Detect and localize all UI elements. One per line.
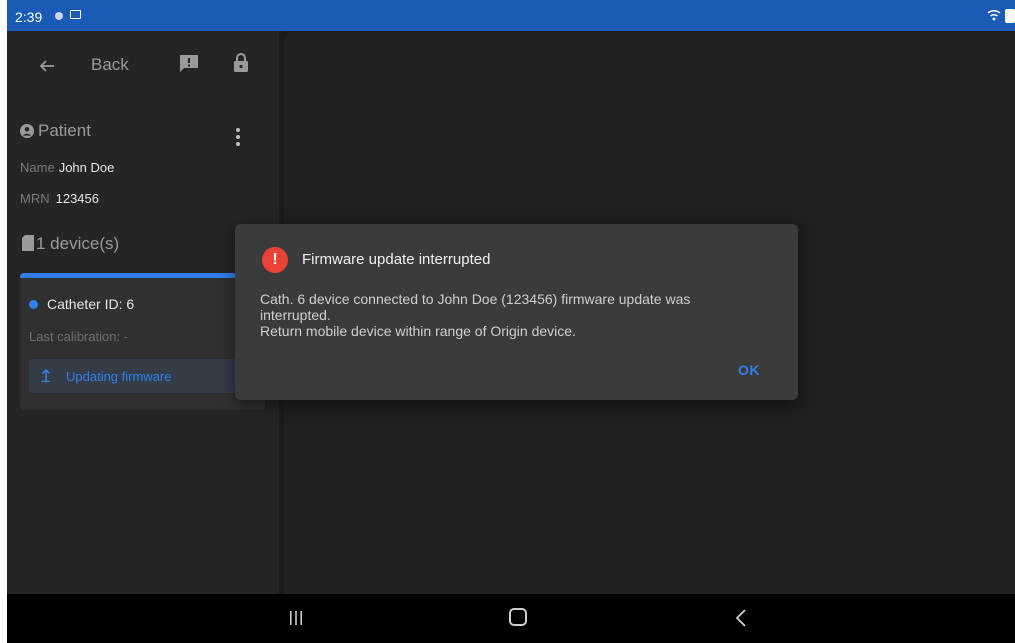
status-bar: 2:39: [7, 0, 1015, 31]
firmware-interrupted-dialog: ! Firmware update interrupted Cath. 6 de…: [235, 224, 798, 400]
sync-icon: [55, 12, 63, 20]
patient-name-row: Name John Doe: [20, 159, 114, 177]
name-label: Name: [20, 160, 55, 175]
device-card[interactable]: Catheter ID: 6 Last calibration: - Updat…: [20, 273, 265, 410]
updating-firmware-label: Updating firmware: [66, 369, 172, 384]
patient-name: John Doe: [58, 160, 115, 175]
wifi-icon: [987, 9, 1001, 21]
nav-back-icon[interactable]: [735, 609, 747, 627]
patient-mrn-row: MRN 123456: [20, 190, 99, 208]
dialog-message-line: interrupted.: [260, 307, 331, 323]
back-button[interactable]: Back: [91, 55, 129, 75]
battery-icon: [1005, 9, 1015, 23]
dialog-message-line: Return mobile device within range of Ori…: [260, 323, 576, 339]
alert-icon: !: [262, 247, 288, 273]
upload-icon: [41, 368, 51, 382]
home-icon[interactable]: [509, 608, 527, 626]
dialog-message: Cath. 6 device connected to John Doe (12…: [260, 291, 780, 339]
recents-icon[interactable]: [289, 610, 303, 626]
patient-mrn: 123456: [55, 191, 99, 206]
mrn-label: MRN: [20, 191, 50, 206]
device-icon: [22, 235, 34, 251]
patient-section-title: Patient: [38, 121, 91, 140]
device-status-dot: [29, 300, 38, 309]
last-calibration: Last calibration: -: [29, 329, 128, 344]
dialog-message-line: Cath. 6 device connected to John Doe (12…: [260, 291, 691, 307]
image-icon: [70, 10, 81, 19]
back-arrow-icon[interactable]: [39, 58, 55, 74]
patient-icon: [20, 124, 34, 138]
card-accent-bar: [20, 273, 265, 278]
updating-firmware-button[interactable]: Updating firmware: [29, 359, 259, 393]
status-time: 2:39: [15, 9, 43, 25]
dialog-title: Firmware update interrupted: [302, 251, 491, 268]
feedback-icon[interactable]: [179, 54, 199, 73]
lock-icon[interactable]: [233, 53, 249, 73]
devices-section-title: 1 device(s): [36, 234, 120, 253]
navigation-bar: [7, 594, 1015, 643]
more-options-icon[interactable]: [235, 127, 241, 147]
ok-button[interactable]: OK: [738, 362, 760, 378]
catheter-id: Catheter ID: 6: [47, 296, 135, 312]
app-screen: 2:39 Back Patient Name John Doe MRN 1234…: [7, 0, 1015, 643]
